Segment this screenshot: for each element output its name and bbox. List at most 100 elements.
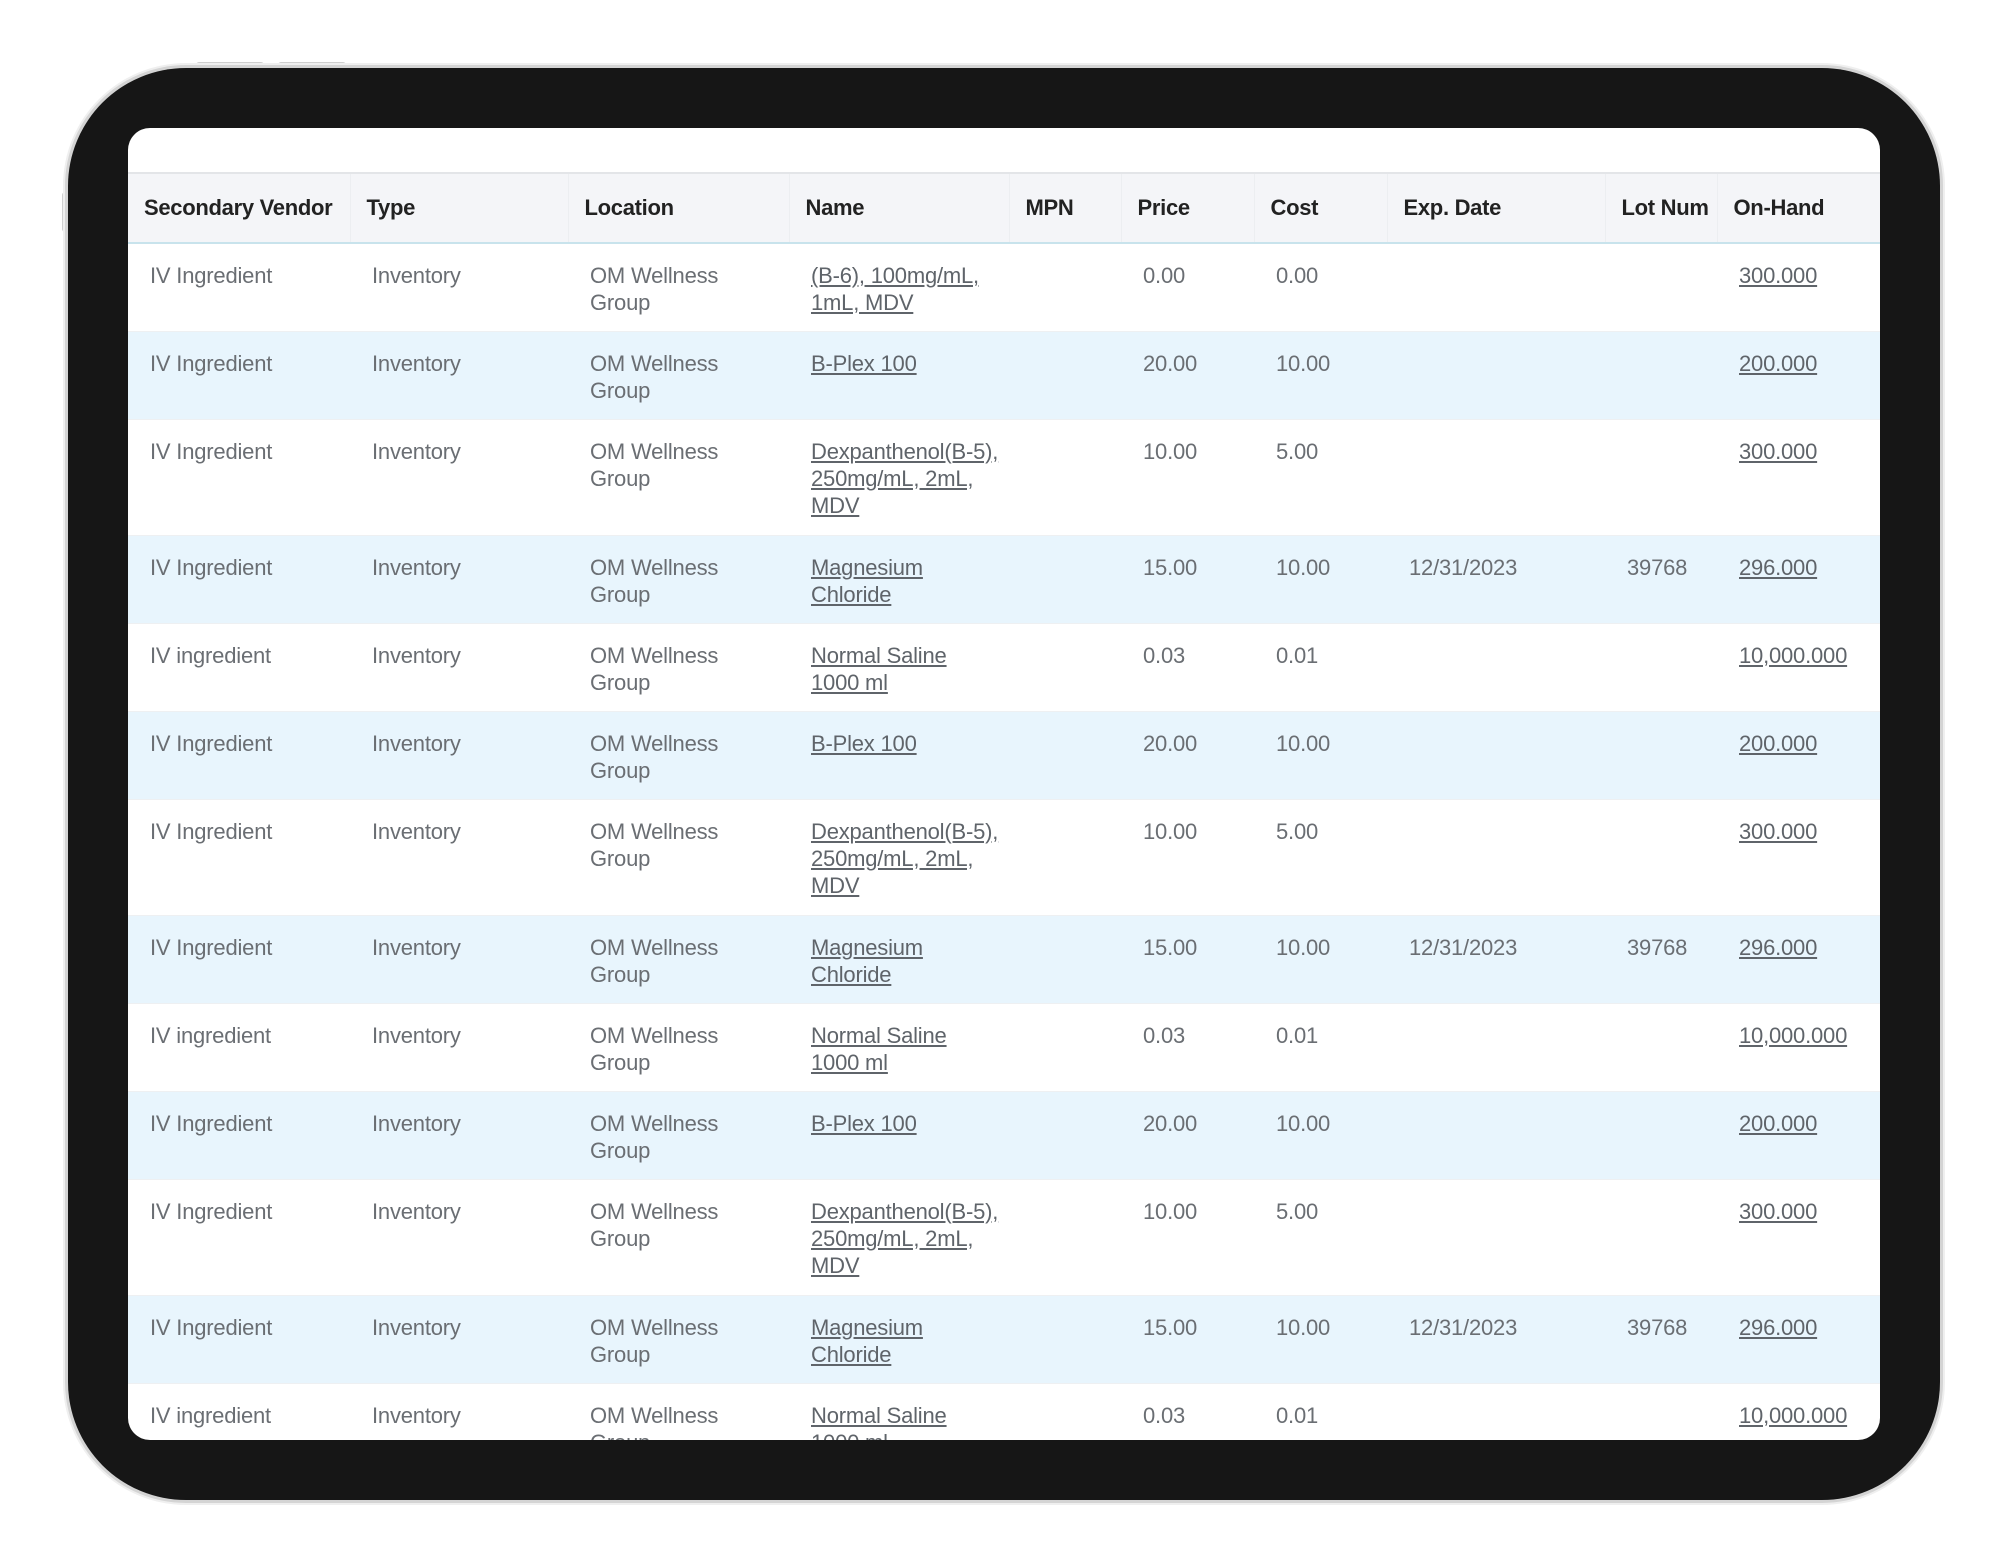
cell-exp-date xyxy=(1387,1383,1605,1440)
column-header-on-hand[interactable]: On-Hand xyxy=(1716,173,1880,243)
table-row[interactable]: IV Ingredient Inventory OM Wellness Group M… xyxy=(128,535,1880,623)
column-header-cost[interactable]: Cost xyxy=(1253,173,1387,243)
column-header-mpn[interactable]: MPN xyxy=(1008,173,1121,243)
cell-type: Inventory xyxy=(372,818,461,844)
product-name-link[interactable]: (B-6), 100mg/mL, 1mL, MDV xyxy=(811,263,979,315)
cell-exp-date: 12/31/2023 xyxy=(1409,1314,1518,1340)
cell-on-hand: 200.000 xyxy=(1717,711,1880,799)
cell-name: Normal Saline 1000 ml xyxy=(789,1383,1009,1441)
cell-lot-num xyxy=(1605,1179,1717,1295)
on-hand-link[interactable]: 200.000 xyxy=(1739,731,1817,756)
on-hand-link[interactable]: 200.000 xyxy=(1739,351,1817,376)
product-name-link[interactable]: Magnesium Chloride xyxy=(811,935,923,987)
column-header-secondary-vendor[interactable]: Secondary Vendor xyxy=(128,173,350,243)
product-name-link[interactable]: B-Plex 100 xyxy=(811,1111,917,1136)
on-hand-link[interactable]: 296.000 xyxy=(1739,1315,1817,1340)
product-name-link[interactable]: B-Plex 100 xyxy=(811,351,917,376)
cell-exp-date xyxy=(1387,243,1605,331)
column-header-location[interactable]: Location xyxy=(567,173,789,243)
cell-cost: 5.00 xyxy=(1276,1198,1319,1224)
cell-location: OM Wellness Group xyxy=(590,818,719,871)
table-row[interactable]: IV Ingredient Inventory OM Wellness Group B… xyxy=(128,1091,1880,1179)
column-header-name[interactable]: Name xyxy=(788,173,1009,243)
cell-type: Inventory xyxy=(372,1110,461,1136)
cell-exp-date xyxy=(1387,1003,1605,1091)
cell-price: 10.00 xyxy=(1143,438,1198,464)
cell-secondary-vendor: IV Ingredient xyxy=(150,1198,273,1224)
cell-secondary-vendor: IV ingredient xyxy=(150,1402,271,1428)
table-row[interactable]: IV Ingredient Inventory OM Wellness Group D… xyxy=(128,1179,1880,1295)
cell-location: OM Wellness Group xyxy=(590,263,719,315)
cell-on-hand: 300.000 xyxy=(1717,1179,1880,1295)
table-row[interactable]: IV ingredient Inventory OM Wellness Group N… xyxy=(128,623,1880,711)
cell-secondary-vendor: IV Ingredient xyxy=(150,1110,273,1136)
cell-mpn xyxy=(1009,623,1121,711)
on-hand-link[interactable]: 300.000 xyxy=(1739,819,1817,844)
product-name-link[interactable]: Dexpanthenol(B-5), 250mg/mL, 2mL, MDV xyxy=(811,1199,998,1278)
cell-name: Normal Saline 1000 ml xyxy=(789,1003,1009,1091)
cell-mpn xyxy=(1009,1091,1121,1179)
cell-cost: 0.01 xyxy=(1276,1022,1319,1048)
cell-mpn xyxy=(1009,915,1121,1003)
cell-on-hand: 300.000 xyxy=(1717,419,1880,535)
product-name-link[interactable]: Normal Saline 1000 ml xyxy=(811,643,947,695)
product-name-link[interactable]: Dexpanthenol(B-5), 250mg/mL, 2mL, MDV xyxy=(811,439,998,518)
table-row[interactable]: IV Ingredient Inventory OM Wellness Group D… xyxy=(128,799,1880,915)
cell-on-hand: 300.000 xyxy=(1717,243,1880,331)
cell-location: OM Wellness Group xyxy=(590,1110,719,1163)
on-hand-link[interactable]: 10,000.000 xyxy=(1739,1403,1847,1428)
on-hand-link[interactable]: 300.000 xyxy=(1739,439,1817,464)
cell-mpn xyxy=(1009,419,1121,535)
cell-price: 20.00 xyxy=(1143,1110,1198,1136)
table-row[interactable]: IV ingredient Inventory OM Wellness Group N… xyxy=(128,1003,1880,1091)
product-name-link[interactable]: B-Plex 100 xyxy=(811,731,917,756)
cell-cost: 0.01 xyxy=(1276,1402,1319,1428)
cell-exp-date xyxy=(1387,1091,1605,1179)
on-hand-link[interactable]: 296.000 xyxy=(1739,935,1817,960)
cell-price: 20.00 xyxy=(1143,350,1198,376)
on-hand-link[interactable]: 300.000 xyxy=(1739,263,1817,288)
table-row[interactable]: IV Ingredient Inventory OM Wellness Group D… xyxy=(128,419,1880,535)
column-header-price[interactable]: Price xyxy=(1120,173,1254,243)
on-hand-link[interactable]: 296.000 xyxy=(1739,555,1817,580)
cell-lot-num xyxy=(1605,1383,1717,1440)
cell-price: 0.03 xyxy=(1143,1022,1186,1048)
cell-location: OM Wellness Group xyxy=(590,350,719,403)
product-name-link[interactable]: Normal Saline 1000 ml xyxy=(811,1403,947,1441)
on-hand-link[interactable]: 300.000 xyxy=(1739,1199,1817,1224)
cell-location: OM Wellness Group xyxy=(590,1198,719,1251)
cell-mpn xyxy=(1009,1295,1121,1383)
column-header-exp-date[interactable]: Exp. Date xyxy=(1386,173,1605,243)
cell-name: B-Plex 100 xyxy=(789,711,1009,799)
table-row[interactable]: IV ingredient Inventory OM Wellness Group N… xyxy=(128,1383,1880,1441)
cell-lot-num xyxy=(1605,623,1717,711)
on-hand-link[interactable]: 10,000.000 xyxy=(1739,643,1847,668)
on-hand-link[interactable]: 10,000.000 xyxy=(1739,1023,1847,1048)
cell-mpn xyxy=(1009,799,1121,915)
cell-cost: 10.00 xyxy=(1276,1110,1331,1136)
column-header-lot-num[interactable]: Lot Num xyxy=(1604,173,1717,243)
cell-on-hand: 296.000 xyxy=(1717,1295,1880,1383)
cell-lot-num: 39768 xyxy=(1627,554,1688,580)
table-row[interactable]: IV Ingredient Inventory OM Wellness Group (… xyxy=(128,243,1880,331)
cell-exp-date xyxy=(1387,1179,1605,1295)
product-name-link[interactable]: Magnesium Chloride xyxy=(811,1315,923,1367)
table-row[interactable]: IV Ingredient Inventory OM Wellness Group B… xyxy=(128,331,1880,419)
cell-cost: 10.00 xyxy=(1276,934,1331,960)
column-header-type[interactable]: Type xyxy=(349,173,568,243)
table-row[interactable]: IV Ingredient Inventory OM Wellness Group M… xyxy=(128,1295,1880,1383)
cell-on-hand: 10,000.000 xyxy=(1717,1383,1880,1440)
product-name-link[interactable]: Magnesium Chloride xyxy=(811,555,923,607)
cell-exp-date xyxy=(1387,331,1605,419)
cell-cost: 5.00 xyxy=(1276,438,1319,464)
on-hand-link[interactable]: 200.000 xyxy=(1739,1111,1817,1136)
cell-mpn xyxy=(1009,711,1121,799)
table-row[interactable]: IV Ingredient Inventory OM Wellness Group M… xyxy=(128,915,1880,1003)
cell-name: B-Plex 100 xyxy=(789,1091,1009,1179)
cell-mpn xyxy=(1009,535,1121,623)
cell-secondary-vendor: IV Ingredient xyxy=(150,934,273,960)
product-name-link[interactable]: Normal Saline 1000 ml xyxy=(811,1023,947,1075)
product-name-link[interactable]: Dexpanthenol(B-5), 250mg/mL, 2mL, MDV xyxy=(811,819,998,898)
table-row[interactable]: IV Ingredient Inventory OM Wellness Group B… xyxy=(128,711,1880,799)
cell-price: 10.00 xyxy=(1143,818,1198,844)
